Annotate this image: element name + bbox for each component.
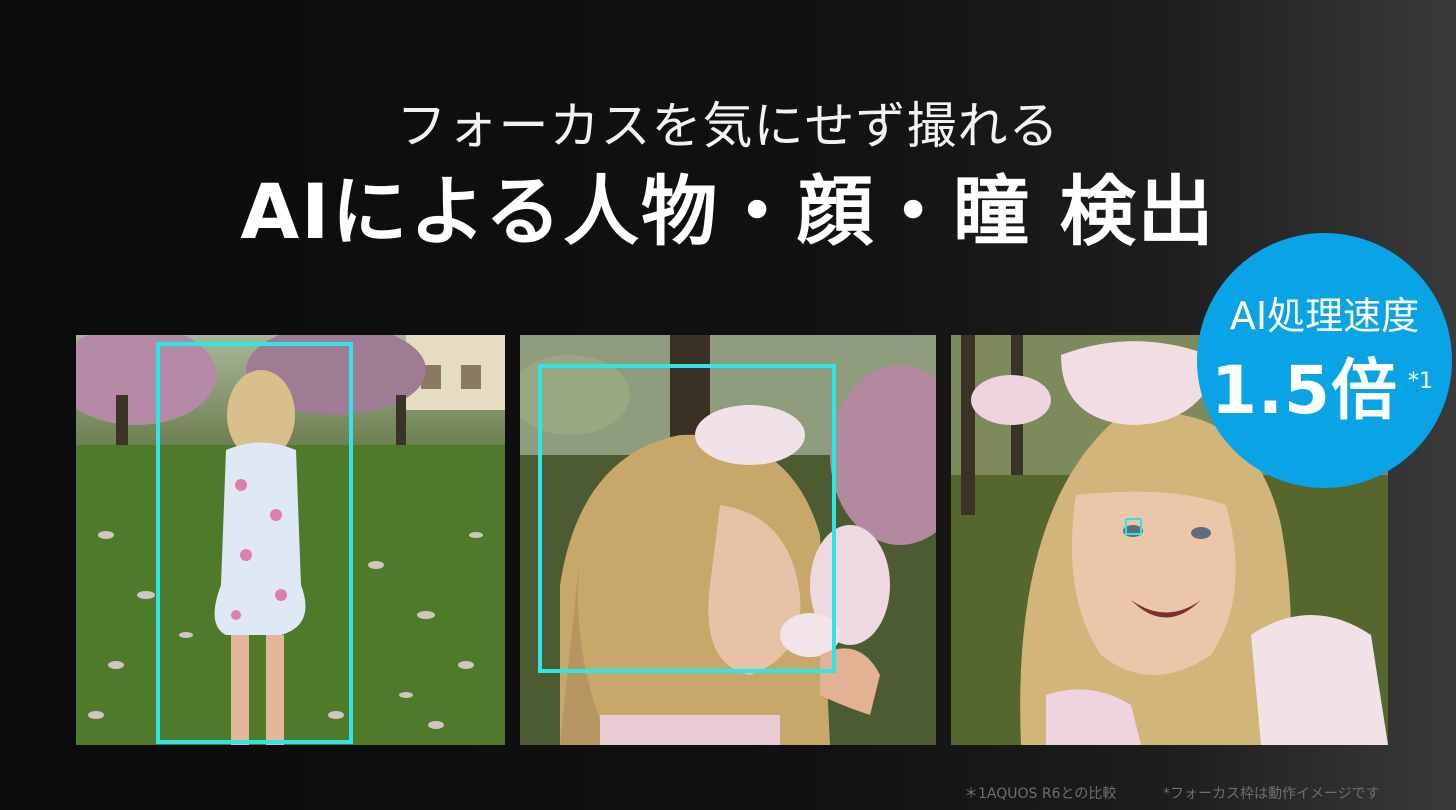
badge-label: AI処理速度: [1229, 294, 1420, 338]
footnote-comparison: ＊1AQUOS R6との比較: [964, 786, 1117, 802]
ai-speed-badge: AI処理速度 1.5倍 *1: [1197, 233, 1452, 488]
footnote-frame-note: *フォーカス枠は動作イメージです: [1163, 786, 1380, 802]
eye-focus-frame: [1125, 518, 1142, 535]
photo-face-detection: [520, 335, 936, 745]
badge-footnote-mark: *1: [1408, 369, 1433, 394]
photo-person-detection: [76, 335, 505, 745]
subtitle: フォーカスを気にせず撮れる: [396, 97, 1060, 155]
page-title: AIによる人物・顔・瞳 検出: [240, 167, 1216, 256]
badge-value: 1.5倍: [1211, 352, 1398, 429]
face-focus-frame: [538, 364, 836, 673]
person-focus-frame: [156, 342, 353, 744]
